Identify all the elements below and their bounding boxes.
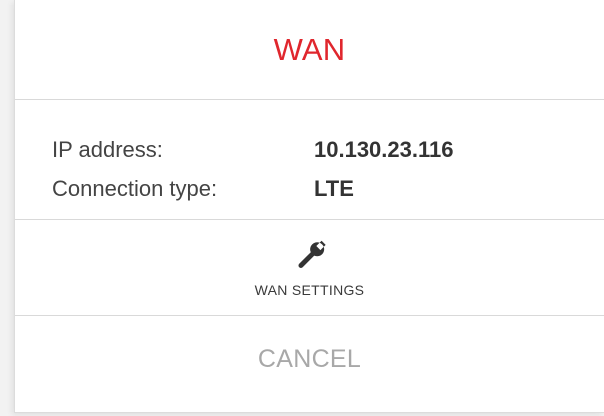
wan-info-section: IP address: 10.130.23.116 Connection typ… — [15, 100, 604, 220]
wrench-icon — [297, 240, 326, 268]
cancel-button[interactable]: CANCEL — [15, 316, 604, 412]
wan-settings-label: WAN SETTINGS — [254, 281, 365, 298]
dialog-title: WAN — [273, 31, 346, 67]
wan-dialog: WAN IP address: 10.130.23.116 Connection… — [14, 0, 604, 413]
connection-type-row: Connection type: LTE — [52, 169, 604, 208]
connection-type-label: Connection type: — [52, 175, 218, 201]
ip-address-value: 10.130.23.116 — [314, 136, 454, 162]
connection-type-value: LTE — [314, 175, 354, 201]
ip-address-row: IP address: 10.130.23.116 — [52, 130, 604, 169]
wan-settings-button[interactable]: WAN SETTINGS — [15, 220, 604, 316]
ip-address-label: IP address: — [52, 136, 163, 162]
dialog-header: WAN — [15, 0, 604, 100]
cancel-label: CANCEL — [257, 344, 362, 373]
